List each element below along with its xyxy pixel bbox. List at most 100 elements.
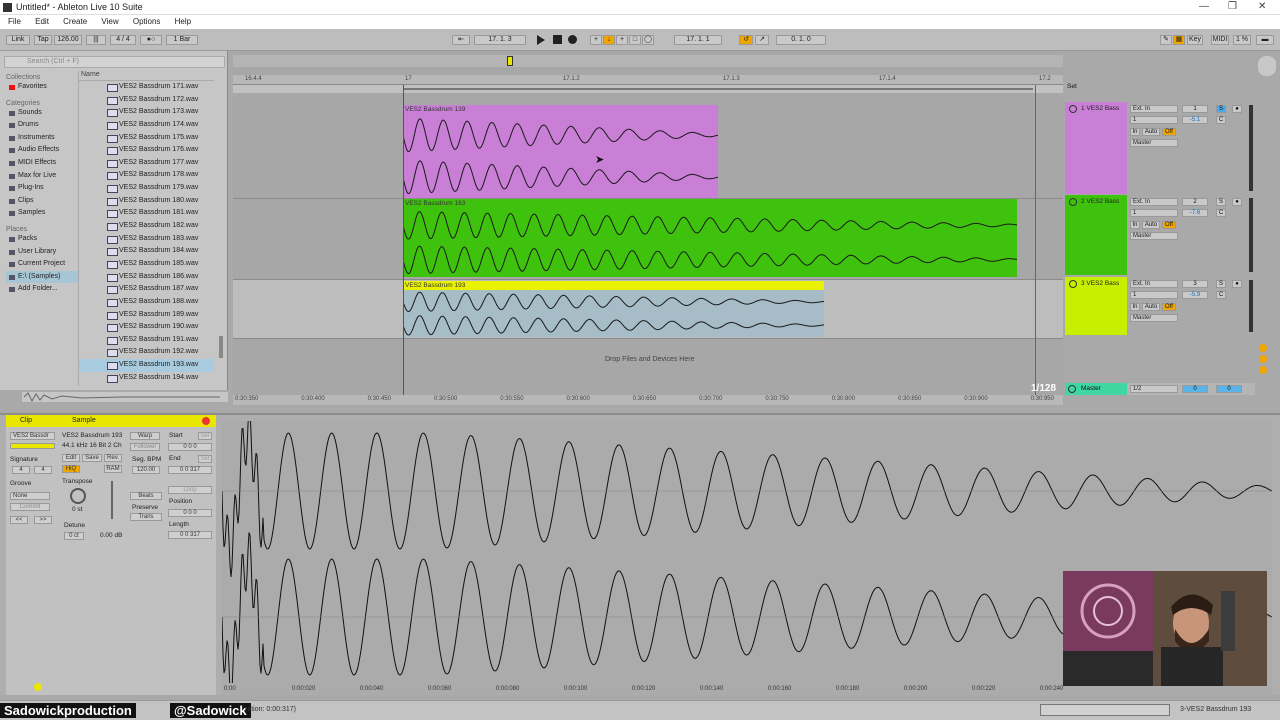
output-dropdown[interactable]: Master [1130,314,1178,322]
file-list-item[interactable]: VES2 Bassdrum 177.wav [79,157,214,170]
signature-denominator[interactable]: 4 [34,466,52,474]
warp-button[interactable]: Warp [130,432,160,440]
file-list-item[interactable]: VES2 Bassdrum 175.wav [79,132,214,145]
file-list-item[interactable]: VES2 Bassdrum 181.wav [79,207,214,220]
file-list-item[interactable]: VES2 Bassdrum 186.wav [79,271,214,284]
track-header[interactable] [1065,195,1127,275]
overview-handle[interactable] [507,56,513,66]
beat-ruler[interactable]: 16.4.4 17 17.1.2 17.1.3 17.1.4 17.2 [233,75,1063,85]
midi-map-button[interactable]: MIDI [1211,35,1229,45]
link-button[interactable]: Link [6,35,30,45]
track-fold-icon[interactable] [1069,105,1077,113]
input-type-dropdown[interactable]: Ext. In [1130,280,1178,288]
record-icon[interactable] [568,35,577,44]
time-signature-field[interactable]: 4 / 4 [110,35,136,45]
master-volume-field[interactable]: 0 [1182,385,1208,393]
sample-time-ruler[interactable]: 0:00 0:00:020 0:00:040 0:00:060 0:00:080 0:00… [222,685,1272,695]
file-list-item[interactable]: VES2 Bassdrum 190.wav [79,321,214,334]
track-1-lane[interactable]: VES2 Bassdrum 139 [233,105,1063,198]
keyboard-icon[interactable]: ▦ [1173,35,1185,45]
solo-button[interactable]: S [1216,198,1226,206]
menu-create[interactable]: Create [63,17,87,26]
gain-slider[interactable] [111,481,113,519]
monitor-auto-button[interactable]: Auto [1142,303,1160,311]
overdub-icon[interactable]: + [590,35,602,45]
track-number[interactable]: 3 [1182,280,1208,288]
solo-button[interactable]: S [1216,105,1226,113]
master-track[interactable]: Master 1/2 0 0 [1065,383,1255,395]
track-fold-icon[interactable] [1069,198,1077,206]
monitor-off-button[interactable]: Off [1162,221,1176,229]
output-dropdown[interactable]: Master [1130,139,1178,147]
sidebar-item-current-project[interactable]: Current Project [6,258,78,271]
file-list-item[interactable]: VES2 Bassdrum 180.wav [79,195,214,208]
name-column-header[interactable]: Name [79,71,214,81]
arm-record-icon[interactable]: ● [1232,280,1242,288]
sidebar-item-favorites[interactable]: Favorites [6,81,78,94]
sidebar-item-packs[interactable]: Packs [6,233,78,246]
clip-tab[interactable]: Clip [6,415,58,427]
file-list-item[interactable]: VES2 Bassdrum 171.wav [79,81,214,94]
audio-clip-3[interactable]: VES2 Bassdrum 193 [403,281,824,337]
record-metronome-icon[interactable]: ●○ [140,35,162,45]
input-channel-dropdown[interactable]: 1 [1130,291,1178,299]
follower-button[interactable]: Follower [130,443,160,451]
file-list-item[interactable]: VES2 Bassdrum 193.wav [79,359,214,372]
menu-edit[interactable]: Edit [35,17,49,26]
loop-brace[interactable] [233,85,1063,93]
input-type-dropdown[interactable]: Ext. In [1130,198,1178,206]
minimize-icon[interactable]: — [1199,1,1209,12]
preserve-dropdown[interactable]: Trans [130,513,162,521]
sidebar-item-sounds[interactable]: Sounds [6,107,78,120]
play-icon[interactable] [537,35,545,45]
track-fold-icon[interactable] [1069,280,1077,288]
file-list-item[interactable]: VES2 Bassdrum 174.wav [79,119,214,132]
add-icon[interactable]: + [616,35,628,45]
scroll-wheel-icon[interactable] [1258,56,1276,76]
pan-field[interactable]: C [1216,291,1226,299]
track-2-lane[interactable]: VES2 Bassdrum 163 [233,199,1063,279]
file-list-item[interactable]: VES2 Bassdrum 184.wav [79,245,214,258]
transpose-knob[interactable] [70,488,86,504]
metronome-icon[interactable]: ||| [86,35,106,45]
sidebar-item-samples[interactable]: Samples [6,207,78,220]
track-header[interactable] [1065,102,1127,194]
restore-icon[interactable]: ❐ [1228,1,1237,12]
length-field[interactable]: 0 0 317 [168,531,212,539]
master-pan-field[interactable]: 0 [1216,385,1242,393]
loop-switch-icon[interactable]: ↺ [739,35,753,45]
loop-icon[interactable]: ◯ [642,35,654,45]
nudge-forward-button[interactable]: >> [34,516,52,524]
clip-name-field[interactable]: VES2 Bassdr [10,432,55,440]
track-number[interactable]: 2 [1182,198,1208,206]
sample-tab[interactable]: Sample [58,415,216,427]
menu-options[interactable]: Options [133,17,161,26]
end-field[interactable]: 0 0 317 [168,466,212,474]
ram-button[interactable]: RAM [104,465,122,473]
monitor-in-button[interactable]: In [1130,128,1140,136]
detune-field[interactable]: 0 ct [64,532,84,540]
input-type-dropdown[interactable]: Ext. In [1130,105,1178,113]
nudge-back-button[interactable]: << [10,516,28,524]
clip-color-swatch[interactable] [10,443,55,449]
track-fold-icon[interactable] [1068,385,1076,393]
sidebar-item-plug-ins[interactable]: Plug-Ins [6,182,78,195]
audio-clip-2[interactable]: VES2 Bassdrum 163 [403,199,1017,277]
audio-clip-1[interactable]: VES2 Bassdrum 139 [403,105,718,198]
position-field[interactable]: 0 0 0 [168,509,212,517]
key-map-button[interactable]: Key [1187,35,1203,45]
monitor-in-button[interactable]: In [1130,221,1140,229]
sidebar-item-drums[interactable]: Drums [6,119,78,132]
sidebar-item-clips[interactable]: Clips [6,195,78,208]
solo-button[interactable]: S [1216,280,1226,288]
track-volume-field[interactable]: -5.9 [1182,291,1208,299]
sidebar-item-e-samples[interactable]: E:\ (Samples) [6,270,78,284]
file-list-item[interactable]: VES2 Bassdrum 185.wav [79,258,214,271]
file-list-item[interactable]: VES2 Bassdrum 188.wav [79,296,214,309]
overview-bar[interactable] [233,55,1063,67]
loop-button[interactable]: Loop [168,486,212,494]
arm-record-icon[interactable]: ● [1232,198,1242,206]
file-list-item[interactable]: VES2 Bassdrum 189.wav [79,309,214,322]
monitor-in-button[interactable]: In [1130,303,1140,311]
file-list-item[interactable]: VES2 Bassdrum 194.wav [79,372,214,385]
